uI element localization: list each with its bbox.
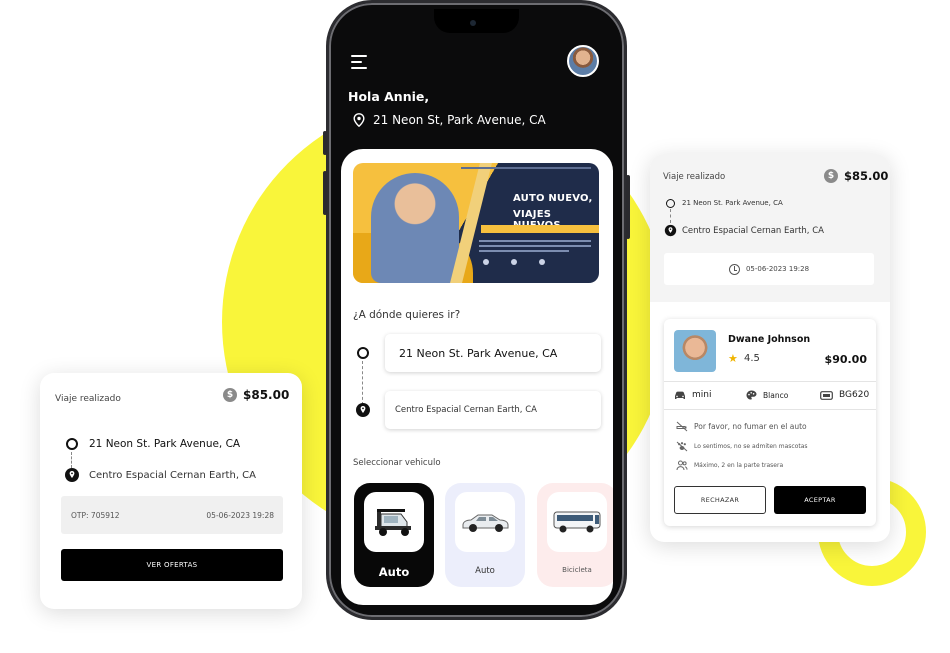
avatar[interactable] bbox=[567, 45, 599, 77]
bus-icon bbox=[553, 511, 601, 533]
banner-highlight-band bbox=[481, 225, 599, 233]
greeting: Hola Annie, bbox=[348, 89, 430, 104]
car-color: Blanco bbox=[746, 390, 788, 401]
trip-price-value: $85.00 bbox=[243, 388, 290, 402]
location-pin-icon bbox=[353, 113, 365, 127]
vehicle-image-frame bbox=[364, 492, 424, 552]
vehicle-option-bus[interactable]: Bicicleta bbox=[537, 483, 613, 587]
dropoff-pin-icon bbox=[664, 224, 677, 237]
banner-social-icons bbox=[483, 259, 545, 265]
phone-side-button bbox=[323, 171, 327, 215]
car-color-value: Blanco bbox=[763, 391, 789, 400]
trip-summary-header: Viaje realizado $ $85.00 21 Neon St. Par… bbox=[650, 154, 890, 302]
dropoff-pin-icon bbox=[356, 403, 370, 417]
booking-panel: AUTO NUEVO, VIAJES NUEVOS ¿A dónde quier… bbox=[341, 149, 613, 605]
clock-icon bbox=[728, 263, 740, 275]
license-plate: BG620 bbox=[820, 390, 869, 400]
vehicle-image-frame bbox=[455, 492, 515, 552]
trip-datetime: 05-06-2023 19:28 bbox=[745, 265, 810, 273]
driver-offer: Dwane Johnson ★ 4.5 $90.00 mini Blanco B… bbox=[664, 319, 876, 526]
reject-button[interactable]: RECHAZAR bbox=[674, 486, 766, 514]
pickup-dot-icon bbox=[66, 438, 78, 450]
rule-text: Por favor, no fumar en el auto bbox=[694, 422, 807, 431]
trip-price: $ $85.00 bbox=[223, 388, 289, 402]
trip-datetime: 05-06-2023 19:28 bbox=[206, 511, 274, 520]
passengers-icon bbox=[676, 460, 688, 471]
driver-name: Dwane Johnson bbox=[728, 334, 811, 345]
driver-offer-card: Viaje realizado $ $85.00 21 Neon St. Par… bbox=[650, 154, 890, 542]
vehicle-option-car[interactable]: Auto bbox=[445, 483, 525, 587]
banner-driver-image bbox=[371, 173, 459, 283]
vehicle-option-tuktuk[interactable]: Auto bbox=[354, 483, 434, 587]
no-smoking-icon bbox=[676, 421, 688, 432]
dropoff-pin-icon bbox=[65, 468, 79, 482]
camera-icon bbox=[470, 20, 476, 26]
pickup-input[interactable]: 21 Neon St. Park Avenue, CA bbox=[385, 334, 601, 372]
rule-text: Lo sentimos, no se admiten mascotas bbox=[694, 443, 808, 450]
current-location-text: 21 Neon St, Park Avenue, CA bbox=[373, 113, 546, 127]
route-connector bbox=[670, 209, 671, 223]
driver-avatar bbox=[674, 330, 716, 372]
vehicle-label: Auto bbox=[378, 565, 410, 579]
phone-mockup: Hola Annie, 21 Neon St, Park Avenue, CA … bbox=[323, 0, 630, 620]
promo-banner[interactable]: AUTO NUEVO, VIAJES NUEVOS bbox=[353, 163, 599, 283]
menu-icon[interactable] bbox=[351, 55, 367, 69]
banner-title-line-1: AUTO NUEVO, bbox=[513, 193, 593, 204]
divider bbox=[664, 409, 876, 410]
car-type: mini bbox=[674, 390, 711, 400]
license-plate-value: BG620 bbox=[839, 390, 870, 400]
trip-price-value: $85.00 bbox=[844, 169, 889, 183]
dropoff-address: Centro Espacial Cernan Earth, CA bbox=[682, 226, 824, 236]
pickup-dot-icon bbox=[666, 199, 675, 208]
divider bbox=[664, 381, 876, 382]
otp-box: OTP: 705912 05-06-2023 19:28 bbox=[61, 496, 283, 534]
pickup-address: 21 Neon St. Park Avenue, CA bbox=[682, 199, 783, 207]
trip-price: $ $85.00 bbox=[824, 169, 888, 183]
star-icon: ★ bbox=[728, 352, 738, 365]
rule-text: Máximo, 2 en la parte trasera bbox=[694, 462, 784, 469]
banner-body-lines bbox=[479, 240, 591, 255]
where-to-label: ¿A dónde quieres ir? bbox=[353, 309, 461, 321]
rule-no-smoking: Por favor, no fumar en el auto bbox=[676, 421, 807, 432]
no-pets-icon bbox=[676, 441, 688, 452]
car-icon bbox=[462, 514, 509, 532]
route-connector bbox=[362, 361, 363, 405]
pickup-dot-icon bbox=[357, 347, 369, 359]
dollar-coin-icon: $ bbox=[824, 169, 838, 183]
phone-side-button bbox=[323, 131, 327, 155]
pickup-address: 21 Neon St. Park Avenue, CA bbox=[89, 438, 241, 450]
palette-icon bbox=[746, 390, 757, 400]
trip-status-label: Viaje realizado bbox=[55, 394, 121, 404]
current-location[interactable]: 21 Neon St, Park Avenue, CA bbox=[353, 113, 546, 127]
vehicle-image-frame bbox=[547, 492, 607, 552]
trip-status-label: Viaje realizado bbox=[663, 172, 726, 182]
vehicle-label: Auto bbox=[475, 566, 495, 576]
driver-rating: 4.5 bbox=[744, 353, 760, 364]
tuktuk-icon bbox=[375, 509, 411, 536]
dropoff-input[interactable]: Centro Espacial Cernan Earth, CA bbox=[385, 391, 601, 429]
car-icon bbox=[675, 391, 685, 399]
accept-button[interactable]: ACEPTAR bbox=[774, 486, 866, 514]
offer-fare: $90.00 bbox=[824, 353, 867, 366]
rule-max-passengers: Máximo, 2 en la parte trasera bbox=[676, 460, 783, 471]
trip-summary-card: Viaje realizado $ $85.00 21 Neon St. Par… bbox=[40, 373, 302, 609]
dollar-coin-icon: $ bbox=[223, 388, 237, 402]
route-connector bbox=[71, 452, 72, 468]
phone-side-button bbox=[626, 175, 630, 239]
banner-header-line bbox=[461, 167, 591, 169]
view-offers-button[interactable]: VER OFERTAS bbox=[61, 549, 283, 581]
dropoff-address: Centro Espacial Cernan Earth, CA bbox=[89, 470, 256, 481]
license-plate-icon bbox=[820, 390, 833, 400]
car-type-value: mini bbox=[692, 390, 712, 400]
phone-notch bbox=[434, 9, 519, 33]
select-vehicle-label: Seleccionar vehiculo bbox=[353, 458, 441, 468]
vehicle-label: Bicicleta bbox=[562, 566, 592, 574]
otp-code: OTP: 705912 bbox=[71, 511, 120, 520]
rule-no-pets: Lo sentimos, no se admiten mascotas bbox=[676, 441, 808, 452]
trip-datetime-box: 05-06-2023 19:28 bbox=[664, 253, 874, 285]
